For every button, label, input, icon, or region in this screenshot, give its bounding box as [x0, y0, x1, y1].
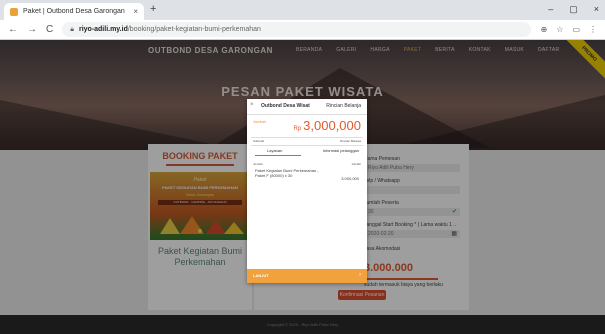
column-right-label: Jumlah	[351, 162, 361, 166]
forward-icon[interactable]: →	[27, 24, 37, 35]
maximize-icon[interactable]: ▢	[569, 4, 578, 15]
close-window-icon[interactable]: ×	[594, 4, 599, 15]
active-tab-indicator	[255, 155, 301, 156]
lock-icon: 🔒︎	[70, 25, 74, 33]
minimize-icon[interactable]: –	[548, 4, 553, 15]
modal-header: × Outbond Desa Wisat Rincian Belanja	[247, 99, 367, 115]
divider	[251, 145, 363, 146]
url-input[interactable]: 🔒︎ riyo-adili.my.id /booking/paket-kegia…	[62, 22, 531, 37]
line-item-name: Paket Kegiatan Bumi Perkemahan - Paket F…	[255, 168, 319, 178]
page-viewport: OUTBOND DESA GARONGAN BERANDA GALERI HAR…	[0, 40, 605, 334]
bookmark-star-icon[interactable]: ☆	[556, 25, 563, 34]
modal-title: Outbond Desa Wisat	[261, 103, 310, 109]
subtotal-label: Subtotal	[253, 139, 265, 143]
window-controls: – ▢ ×	[548, 4, 599, 15]
menu-kebab-icon[interactable]: ⋮	[589, 25, 597, 34]
address-bar: ← → C 🔒︎ riyo-adili.my.id /booking/paket…	[0, 20, 605, 40]
favicon-icon	[10, 7, 18, 16]
total-value: 3,000,000	[303, 118, 361, 133]
toolbar-icons: ⊕ ☆ ▭ ⋮	[541, 25, 597, 34]
details-label: Rincian Belanja	[340, 139, 361, 143]
continue-label: LANJUT	[253, 273, 269, 278]
url-path: /booking/paket-kegiatan-bumi-perkemahan	[127, 26, 261, 33]
total-amount: Rp 3,000,000	[293, 118, 361, 133]
zoom-icon[interactable]: ⊕	[541, 25, 548, 34]
tab-customer-info[interactable]: Informasi pelanggan	[323, 148, 359, 153]
divider	[251, 137, 363, 138]
currency-label: Rp	[293, 126, 302, 132]
url-domain: riyo-adili.my.id	[78, 26, 128, 33]
chevron-right-icon: ›	[359, 272, 361, 278]
new-tab-button[interactable]: +	[150, 4, 156, 15]
reload-icon[interactable]: C	[46, 24, 53, 35]
amount-label: Jumlah	[253, 119, 266, 124]
tab-services[interactable]: Layanan	[267, 148, 282, 153]
browser-tab-bar: Paket | Outbond Desa Garongan × + – ▢ ×	[0, 0, 605, 20]
payment-modal: × Outbond Desa Wisat Rincian Belanja Jum…	[247, 99, 367, 283]
tab-title: Paket | Outbond Desa Garongan	[23, 8, 125, 15]
continue-button[interactable]: LANJUT ›	[247, 269, 367, 283]
column-left-label: Jumlah	[253, 162, 263, 166]
browser-tab[interactable]: Paket | Outbond Desa Garongan ×	[4, 3, 144, 20]
line-item-price: 3,000,000	[341, 176, 359, 181]
back-icon[interactable]: ←	[8, 24, 18, 35]
modal-header-right: Rincian Belanja	[326, 103, 361, 109]
modal-close-icon[interactable]: ×	[250, 102, 254, 108]
tab-close-icon[interactable]: ×	[133, 7, 138, 16]
extension-icon[interactable]: ▭	[572, 25, 580, 34]
